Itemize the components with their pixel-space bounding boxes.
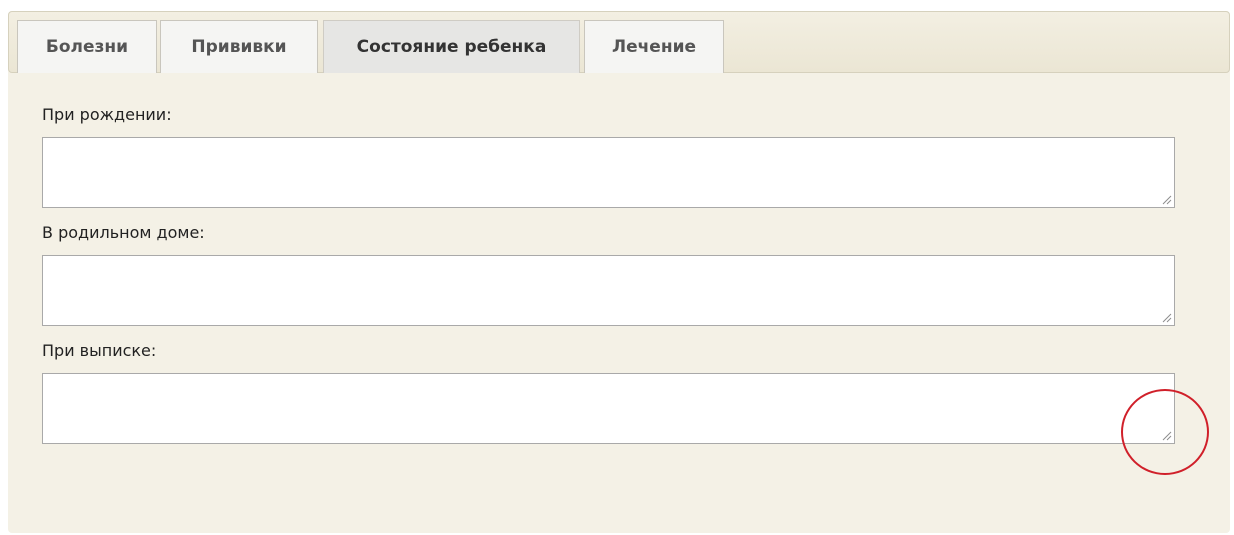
tab-treatment[interactable]: Лечение [584,20,724,73]
tab-bar: Болезни Прививки Состояние ребенка Лечен… [8,11,1230,73]
resize-grip-icon[interactable] [1160,193,1172,205]
at-discharge-textarea[interactable] [42,373,1175,444]
child-state-panel: Болезни Прививки Состояние ребенка Лечен… [8,11,1230,533]
at-discharge-label: При выписке: [42,341,157,360]
tab-diseases[interactable]: Болезни [17,20,157,73]
tab-vaccinations[interactable]: Прививки [160,20,318,73]
at-birth-label: При рождении: [42,105,172,124]
in-maternity-hospital-label: В родильном доме: [42,223,205,242]
in-maternity-hospital-textarea[interactable] [42,255,1175,326]
tab-child-state[interactable]: Состояние ребенка [323,20,580,73]
resize-grip-icon[interactable] [1160,311,1172,323]
at-birth-textarea[interactable] [42,137,1175,208]
red-circle-annotation [1121,389,1209,475]
